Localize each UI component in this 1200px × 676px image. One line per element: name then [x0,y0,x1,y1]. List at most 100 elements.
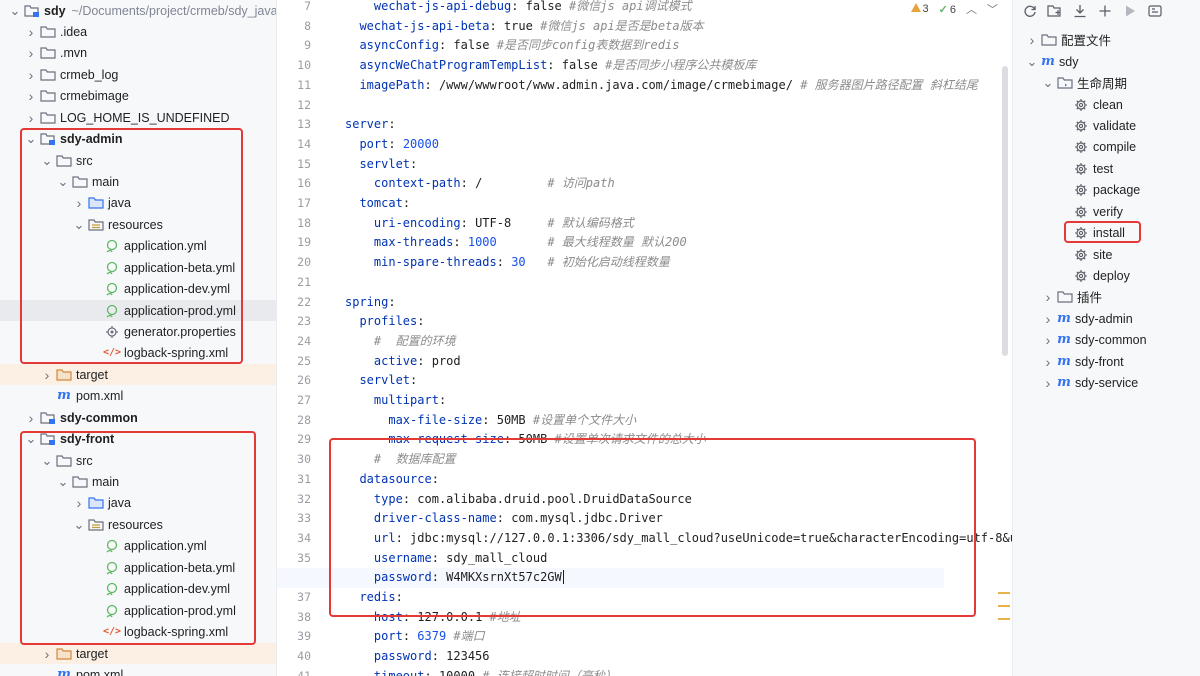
chevron-down-icon[interactable]: ⌄ [72,518,86,531]
project-tree-item-resources[interactable]: ⌄ resources [0,514,276,535]
chevron-right-icon[interactable]: › [40,367,54,383]
project-tree-item-pom-xml[interactable]: m pom.xml [0,664,276,676]
chevron-right-icon[interactable]: › [24,67,38,83]
project-tree-item-main[interactable]: ⌄ main [0,171,276,192]
chevron-right-icon[interactable]: › [1041,354,1055,370]
code-line[interactable]: redis: [345,588,402,608]
inspection-widget[interactable]: 3 ✓ 6 ︿ ﹀ [908,1,1000,17]
chevron-down-icon[interactable]: ﹀ [987,1,998,17]
project-tree-item-generator-properties[interactable]: generator.properties [0,321,276,342]
code-line[interactable]: tomcat: [345,194,410,214]
project-tree-item-sdy[interactable]: ⌄ sdy ~/Documents/project/crmeb/sdy_java- [0,0,276,21]
maven-tree-item-lifecycle[interactable]: ⌄ 生命周期 [1013,72,1200,93]
project-tree-item-log-home-is-undefined[interactable]: › LOG_HOME_IS_UNDEFINED [0,107,276,128]
chevron-right-icon[interactable]: › [24,24,38,40]
project-tree-item-application-prod-yml[interactable]: application-prod.yml [0,300,276,321]
maven-tree-item-sdy-service[interactable]: › m sdy-service [1013,372,1200,393]
project-tree-item-target[interactable]: › target [0,364,276,385]
maven-tree-item-sdy-front[interactable]: › m sdy-front [1013,351,1200,372]
add-maven-project-icon[interactable] [1047,3,1063,19]
chevron-right-icon[interactable]: › [1041,332,1055,348]
maven-tree-item-profiles[interactable]: › 配置文件 [1013,29,1200,50]
execute-goal-icon[interactable] [1147,3,1163,19]
code-line[interactable]: context-path: / # 访问path [345,174,615,194]
code-line[interactable]: active: prod [345,352,461,372]
project-tree-item-crmeb-log[interactable]: › crmeb_log [0,64,276,85]
project-tree-item-application-dev-yml[interactable]: application-dev.yml [0,278,276,299]
code-line[interactable]: datasource: [345,470,438,490]
download-icon[interactable] [1072,3,1088,19]
code-line[interactable]: timeout: 10000 # 连接超时时间（毫秒） [345,667,617,676]
chevron-right-icon[interactable]: › [1041,375,1055,391]
chevron-down-icon[interactable]: ⌄ [1041,76,1055,89]
project-tree-item-application-yml[interactable]: application.yml [0,235,276,256]
code-line[interactable]: asyncWeChatProgramTempList: false #是否同步小… [345,56,756,76]
project-tree-item-resources[interactable]: ⌄ resources [0,214,276,235]
chevron-down-icon[interactable]: ⌄ [72,218,86,231]
chevron-right-icon[interactable]: › [72,495,86,511]
code-line[interactable]: driver-class-name: com.mysql.jdbc.Driver [345,509,663,529]
code-line[interactable]: servlet: [345,371,417,391]
ok-indicator[interactable]: ✓ 6 [939,3,956,16]
project-tree-item-sdy-common[interactable]: › sdy-common [0,407,276,428]
chevron-down-icon[interactable]: ⌄ [56,475,70,488]
chevron-down-icon[interactable]: ⌄ [40,454,54,467]
maven-tree-item-goal-site[interactable]: site [1013,244,1200,265]
code-line[interactable]: port: 6379 #端口 [345,627,485,647]
maven-tree-item-goal-deploy[interactable]: deploy [1013,265,1200,286]
code-line[interactable]: port: 20000 [345,135,438,155]
code-line[interactable]: wechat-js-api-debug: false #微信js api调试模式 [345,0,692,17]
code-line[interactable]: spring: [345,293,396,313]
project-tree-item-application-yml[interactable]: application.yml [0,535,276,556]
chevron-down-icon[interactable]: ⌄ [1025,55,1039,68]
code-line[interactable]: min-spare-threads: 30 # 初始化启动线程数量 [345,253,670,273]
warning-indicator[interactable]: 3 [910,3,929,15]
maven-tree-item-goal-clean[interactable]: clean [1013,94,1200,115]
chevron-up-icon[interactable]: ︿ [966,1,977,17]
project-tree-item-mvn[interactable]: › .mvn [0,42,276,63]
code-line[interactable]: imagePath: /www/wwwroot/www.admin.java.c… [345,76,977,96]
chevron-right-icon[interactable]: › [72,195,86,211]
code-line[interactable]: username: sdy_mall_cloud [345,549,547,569]
code-line[interactable]: uri-encoding: UTF-8 # 默认编码格式 [345,214,634,234]
project-tree-item-logback-spring-xml[interactable]: </> logback-spring.xml [0,342,276,363]
code-line[interactable]: asyncConfig: false #是否同步config表数据到redis [345,36,679,56]
chevron-right-icon[interactable]: › [1041,311,1055,327]
chevron-down-icon[interactable]: ⌄ [40,154,54,167]
chevron-right-icon[interactable]: › [24,88,38,104]
code-line[interactable]: profiles: [345,312,424,332]
chevron-right-icon[interactable]: › [24,410,38,426]
code-line[interactable]: multipart: [345,391,446,411]
maven-tree-item-goal-package[interactable]: package [1013,179,1200,200]
plus-icon[interactable] [1097,3,1113,19]
chevron-right-icon[interactable]: › [1041,289,1055,305]
maven-tree-item-sdy-common[interactable]: › m sdy-common [1013,329,1200,350]
project-tree-item-application-prod-yml[interactable]: application-prod.yml [0,600,276,621]
project-tree-item-src[interactable]: ⌄ src [0,150,276,171]
chevron-right-icon[interactable]: › [1025,32,1039,48]
maven-tree-item-goal-test[interactable]: test [1013,158,1200,179]
project-tree-item-application-dev-yml[interactable]: application-dev.yml [0,578,276,599]
project-tree-item-pom-xml[interactable]: m pom.xml [0,385,276,406]
maven-tree-item-goal-verify[interactable]: verify [1013,201,1200,222]
chevron-down-icon[interactable]: ⌄ [24,132,38,145]
editor-area[interactable]: 7 8 9 10 11 12 13 14 15 16 17 18 19 20 21 22 23 24 25 26 27 2… [277,0,1012,676]
maven-tree-item-goal-validate[interactable]: validate [1013,115,1200,136]
chevron-right-icon[interactable]: › [24,45,38,61]
code-line[interactable]: wechat-js-api-beta: true #微信js api是否是bet… [345,17,703,37]
project-tree-item-logback-spring-xml[interactable]: </> logback-spring.xml [0,621,276,642]
code-line[interactable]: host: 127.0.0.1 #地址 [345,608,521,628]
project-tree-item-idea[interactable]: › .idea [0,21,276,42]
project-tree-item-sdy-front[interactable]: ⌄ sdy-front [0,428,276,449]
maven-tree-item-sdy-admin[interactable]: › m sdy-admin [1013,308,1200,329]
chevron-down-icon[interactable]: ⌄ [24,432,38,445]
project-tree-item-target[interactable]: › target [0,643,276,664]
code-line[interactable]: password: 123456 [345,647,490,667]
maven-tree-item-goal-compile[interactable]: compile [1013,136,1200,157]
reload-icon[interactable] [1022,3,1038,19]
code-line[interactable]: max-file-size: 50MB #设置单个文件大小 [345,411,636,431]
project-tree-item-application-beta-yml[interactable]: application-beta.yml [0,557,276,578]
code-line[interactable]: type: com.alibaba.druid.pool.DruidDataSo… [345,490,692,510]
maven-tree-item-sdy[interactable]: ⌄ m sdy [1013,51,1200,72]
project-tree-item-src[interactable]: ⌄ src [0,450,276,471]
